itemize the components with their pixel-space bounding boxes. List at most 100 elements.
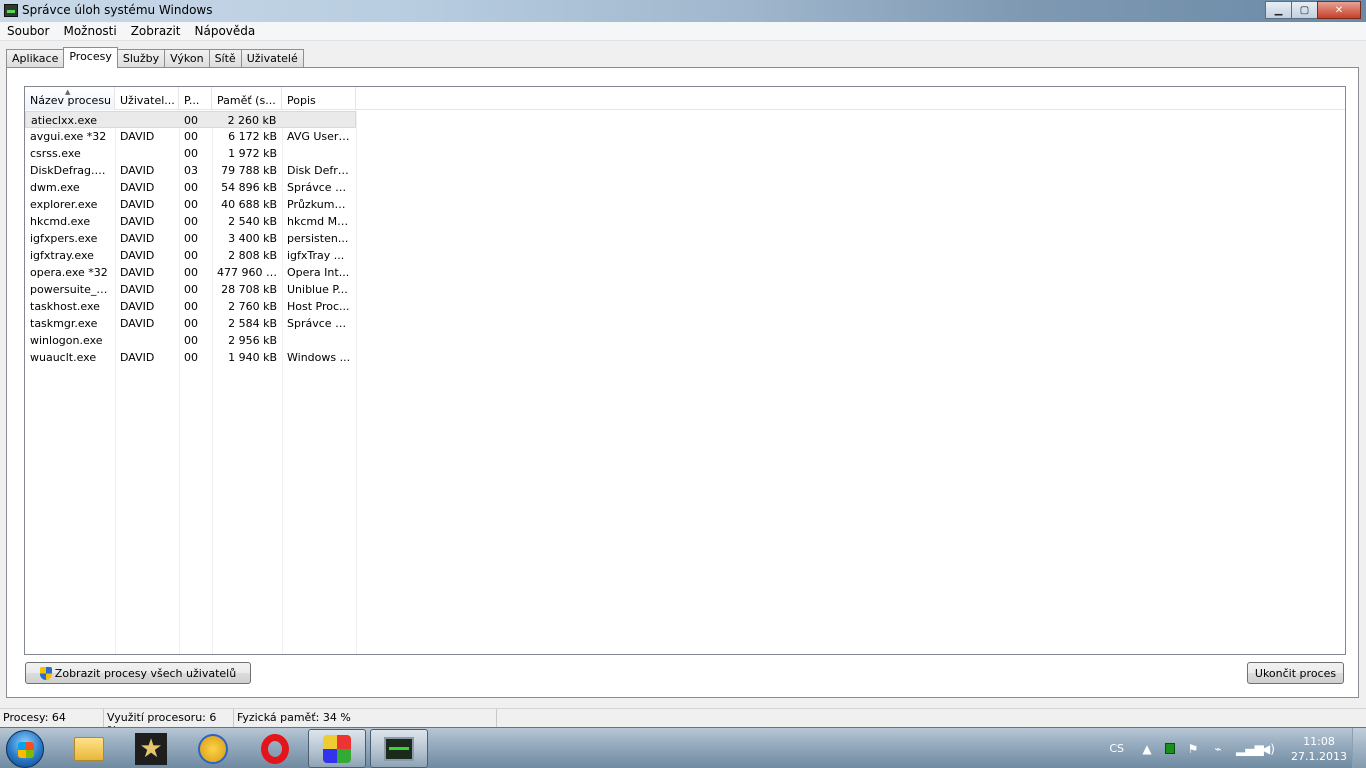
title-bar[interactable]: Správce úloh systému Windows ▁ ▢ ✕ — [0, 0, 1366, 22]
cell-cpu: 00 — [184, 198, 198, 211]
menu-zobrazit[interactable]: Zobrazit — [124, 24, 188, 38]
cell-user: DAVID — [120, 351, 155, 364]
taskbar-powersuite[interactable] — [308, 729, 366, 768]
table-row[interactable]: wuauclt.exe DAVID 00 1 940 kB Windows ... — [25, 349, 356, 366]
table-row[interactable]: powersuite_m... DAVID 00 28 708 kB Uniblue P… — [25, 281, 356, 298]
cell-user: DAVID — [120, 317, 155, 330]
table-row[interactable]: dwm.exe DAVID 00 54 896 kB Správce o... — [25, 179, 356, 196]
status-bar: Procesy: 64 Využití procesoru: 6 % Fyzic… — [0, 708, 1366, 737]
taskbar-opera[interactable] — [246, 729, 304, 768]
taskbar-star-app[interactable]: ★ — [122, 729, 180, 768]
cell-description: persisten... — [287, 232, 349, 245]
cell-cpu: 00 — [184, 130, 198, 143]
cell-process-name: taskhost.exe — [30, 300, 100, 313]
cell-user — [115, 112, 179, 127]
taskbar-tools-app[interactable] — [184, 729, 242, 768]
cell-process-name: powersuite_m... — [30, 283, 115, 296]
cell-process-name: csrss.exe — [30, 147, 81, 160]
cell-user: DAVID — [120, 232, 155, 245]
table-row[interactable]: taskmgr.exe DAVID 00 2 584 kB Správce ú... — [25, 315, 356, 332]
maximize-button[interactable]: ▢ — [1291, 1, 1318, 19]
power-plug-icon[interactable]: ⌁ — [1211, 742, 1225, 756]
cell-process-name: taskmgr.exe — [30, 317, 98, 330]
cell-process-name: winlogon.exe — [30, 334, 103, 347]
cell-description: Správce o... — [287, 181, 353, 194]
table-row[interactable]: hkcmd.exe DAVID 00 2 540 kB hkcmd Mo... — [25, 213, 356, 230]
cell-user — [115, 332, 179, 349]
tab-site[interactable]: Sítě — [208, 49, 242, 68]
cell-process-name: dwm.exe — [30, 181, 80, 194]
column-header-cpu[interactable]: P... — [179, 87, 212, 110]
column-header-description[interactable]: Popis — [282, 87, 356, 110]
taskbar-task-manager[interactable] — [370, 729, 428, 768]
close-button[interactable]: ✕ — [1317, 1, 1361, 19]
uac-shield-icon — [39, 666, 52, 680]
show-hidden-icons-icon[interactable]: ▲ — [1140, 742, 1154, 756]
cell-user: DAVID — [120, 266, 155, 279]
table-row[interactable]: avgui.exe *32 DAVID 00 6 172 kB AVG User ... — [25, 128, 356, 145]
tab-strip: Aplikace Procesy Služby Výkon Sítě Uživa… — [6, 47, 304, 68]
column-header-user[interactable]: Uživatel... — [115, 87, 179, 110]
window-title: Správce úloh systému Windows — [22, 3, 213, 17]
cell-description: igfxTray ... — [287, 249, 345, 262]
cell-cpu: 00 — [184, 114, 199, 127]
cell-memory: 79 788 kB — [221, 164, 277, 177]
action-center-flag-icon[interactable]: ⚑ — [1186, 742, 1200, 756]
table-row[interactable]: taskhost.exe DAVID 00 2 760 kB Host Proc... — [25, 298, 356, 315]
column-header-label: Název procesu — [30, 94, 112, 107]
network-signal-icon[interactable]: ▂▄▆ — [1236, 742, 1264, 756]
table-row[interactable]: igfxtray.exe DAVID 00 2 808 kB igfxTray ... — [25, 247, 356, 264]
table-row[interactable]: winlogon.exe 00 2 956 kB — [25, 332, 356, 349]
cell-process-name: avgui.exe *32 — [30, 130, 107, 143]
start-button[interactable] — [6, 730, 44, 768]
clock[interactable]: 11:08 27.1.2013 — [1286, 734, 1352, 764]
tab-vykon[interactable]: Výkon — [164, 49, 210, 68]
show-desktop-button[interactable] — [1352, 728, 1366, 768]
cell-memory: 28 708 kB — [221, 283, 277, 296]
star-icon: ★ — [135, 732, 167, 765]
tab-aplikace[interactable]: Aplikace — [6, 49, 65, 68]
cell-description: hkcmd Mo... — [287, 215, 355, 228]
cell-description — [281, 112, 355, 127]
process-list[interactable]: ▲ Název procesu Uživatel... P... Paměť (… — [24, 86, 1346, 655]
tab-uzivatele[interactable]: Uživatelé — [240, 49, 304, 68]
cell-cpu: 00 — [184, 215, 198, 228]
table-row[interactable]: explorer.exe DAVID 00 40 688 kB Průzkumní... — [25, 196, 356, 213]
cell-process-name: igfxtray.exe — [30, 249, 94, 262]
cell-description: Host Proc... — [287, 300, 350, 313]
taskbar-explorer[interactable] — [60, 729, 118, 768]
cell-user — [115, 145, 179, 162]
minimize-button[interactable]: ▁ — [1265, 1, 1292, 19]
cell-description: AVG User ... — [287, 130, 353, 143]
language-indicator[interactable]: CS — [1109, 742, 1124, 755]
menu-soubor[interactable]: Soubor — [0, 24, 56, 38]
cell-memory: 2 760 kB — [228, 300, 277, 313]
cell-memory: 2 584 kB — [228, 317, 277, 330]
windows-logo-icon — [18, 742, 34, 758]
cell-cpu: 00 — [184, 300, 198, 313]
show-all-users-button[interactable]: Zobrazit procesy všech uživatelů — [25, 662, 251, 684]
cell-memory: 2 260 kB — [227, 114, 277, 127]
column-header-name[interactable]: ▲ Název procesu — [25, 87, 115, 110]
menu-moznosti[interactable]: Možnosti — [56, 24, 123, 38]
table-row[interactable]: igfxpers.exe DAVID 00 3 400 kB persisten... — [25, 230, 356, 247]
cell-memory: 54 896 kB — [221, 181, 277, 194]
cell-user: DAVID — [120, 300, 155, 313]
volume-icon[interactable]: ◀) — [1261, 742, 1275, 756]
table-row[interactable]: opera.exe *32 DAVID 00 477 960 kB Opera Int.… — [25, 264, 356, 281]
clock-time: 11:08 — [1303, 734, 1335, 748]
cell-user: DAVID — [120, 283, 155, 296]
end-process-button[interactable]: Ukončit proces — [1247, 662, 1344, 684]
tab-sluzby[interactable]: Služby — [116, 49, 166, 68]
cell-memory: 40 688 kB — [221, 198, 277, 211]
menu-napoveda[interactable]: Nápověda — [188, 24, 263, 38]
table-row[interactable]: DiskDefrag.ex... DAVID 03 79 788 kB Disk Def… — [25, 162, 356, 179]
table-row[interactable]: csrss.exe 00 1 972 kB — [25, 145, 356, 162]
column-header-memory[interactable]: Paměť (s... — [212, 87, 282, 110]
app-tray-icon[interactable] — [1165, 743, 1175, 754]
cell-memory: 2 540 kB — [228, 215, 277, 228]
table-row[interactable]: atieclxx.exe 00 2 260 kB — [25, 111, 356, 128]
tab-procesy[interactable]: Procesy — [63, 47, 118, 68]
cell-user: DAVID — [120, 249, 155, 262]
tools-icon — [198, 733, 228, 764]
